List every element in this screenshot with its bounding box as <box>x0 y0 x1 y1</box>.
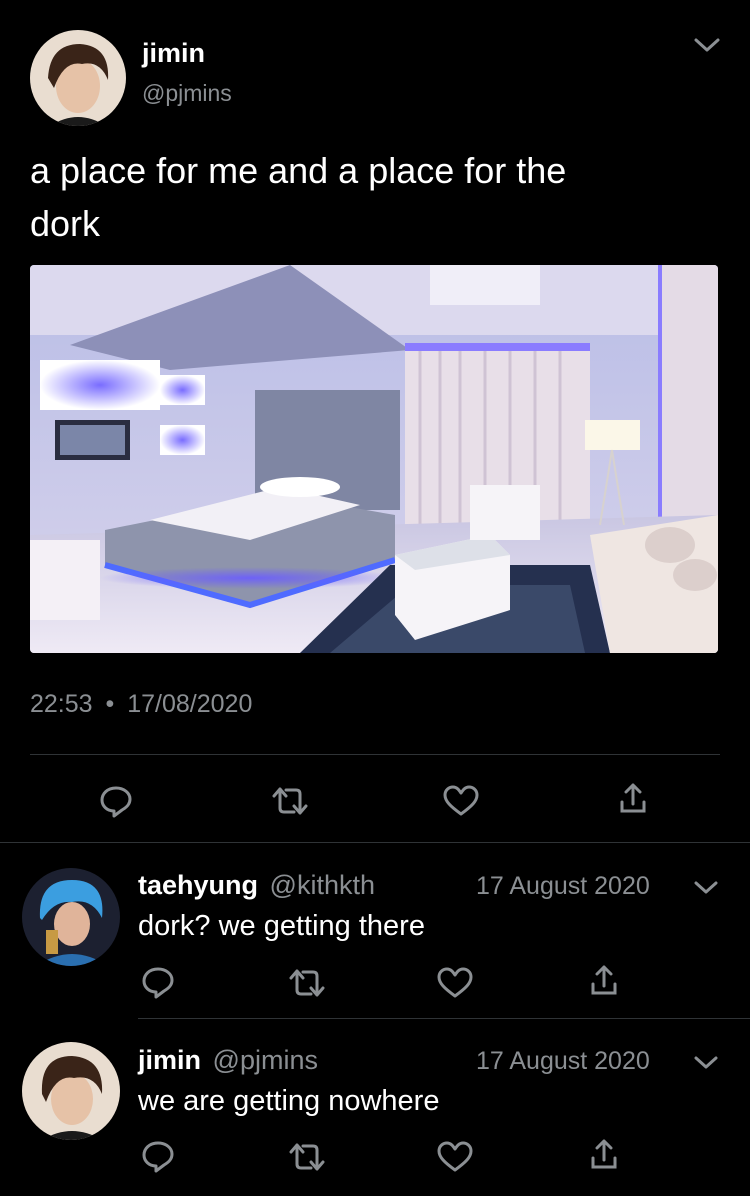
reply-avatar[interactable] <box>22 1042 120 1140</box>
retweet-icon[interactable] <box>270 784 310 818</box>
reply-author-handle[interactable]: @kithkth <box>270 870 375 900</box>
reply-avatar[interactable] <box>22 868 120 966</box>
tweet-text-line-2: dork <box>30 203 101 244</box>
reply-header: taehyung @kithkth <box>138 870 375 901</box>
tweet-image[interactable] <box>30 265 718 653</box>
reply-header: jimin @pjmins <box>138 1045 318 1076</box>
chevron-down-icon[interactable] <box>692 34 722 56</box>
chevron-down-icon[interactable] <box>692 879 720 897</box>
tweet-date: 17/08/2020 <box>127 690 253 718</box>
reply-author-name[interactable]: jimin <box>138 1045 201 1075</box>
reply-icon[interactable] <box>140 1138 176 1174</box>
author-name[interactable]: jimin <box>142 38 205 69</box>
reply-date[interactable]: 17 August 2020 <box>476 872 650 901</box>
author-avatar[interactable] <box>30 30 126 126</box>
timestamp-separator: • <box>105 690 115 718</box>
retweet-icon[interactable] <box>287 966 327 1000</box>
reply-text: we are getting nowhere <box>138 1085 440 1117</box>
tweet-time: 22:53 <box>30 690 93 718</box>
tweet-text-line-1: a place for me and a place for the <box>30 150 567 191</box>
divider <box>0 842 750 843</box>
reply-text: dork? we getting there <box>138 910 425 942</box>
like-icon[interactable] <box>436 967 474 999</box>
reply-icon[interactable] <box>98 783 134 819</box>
retweet-icon[interactable] <box>287 1140 327 1174</box>
author-handle[interactable]: @pjmins <box>142 80 232 107</box>
reply-author-name[interactable]: taehyung <box>138 870 258 900</box>
like-icon[interactable] <box>436 1141 474 1173</box>
share-icon[interactable] <box>617 780 649 816</box>
chevron-down-icon[interactable] <box>692 1054 720 1072</box>
tweet-timestamp[interactable]: 22:53 • 17/08/2020 <box>30 690 252 719</box>
like-icon[interactable] <box>442 785 480 817</box>
reply-icon[interactable] <box>140 964 176 1000</box>
reply-author-handle[interactable]: @pjmins <box>213 1045 318 1075</box>
share-icon[interactable] <box>588 1136 620 1172</box>
divider <box>30 754 720 755</box>
reply-date[interactable]: 17 August 2020 <box>476 1047 650 1076</box>
divider <box>138 1018 750 1019</box>
share-icon[interactable] <box>588 962 620 998</box>
